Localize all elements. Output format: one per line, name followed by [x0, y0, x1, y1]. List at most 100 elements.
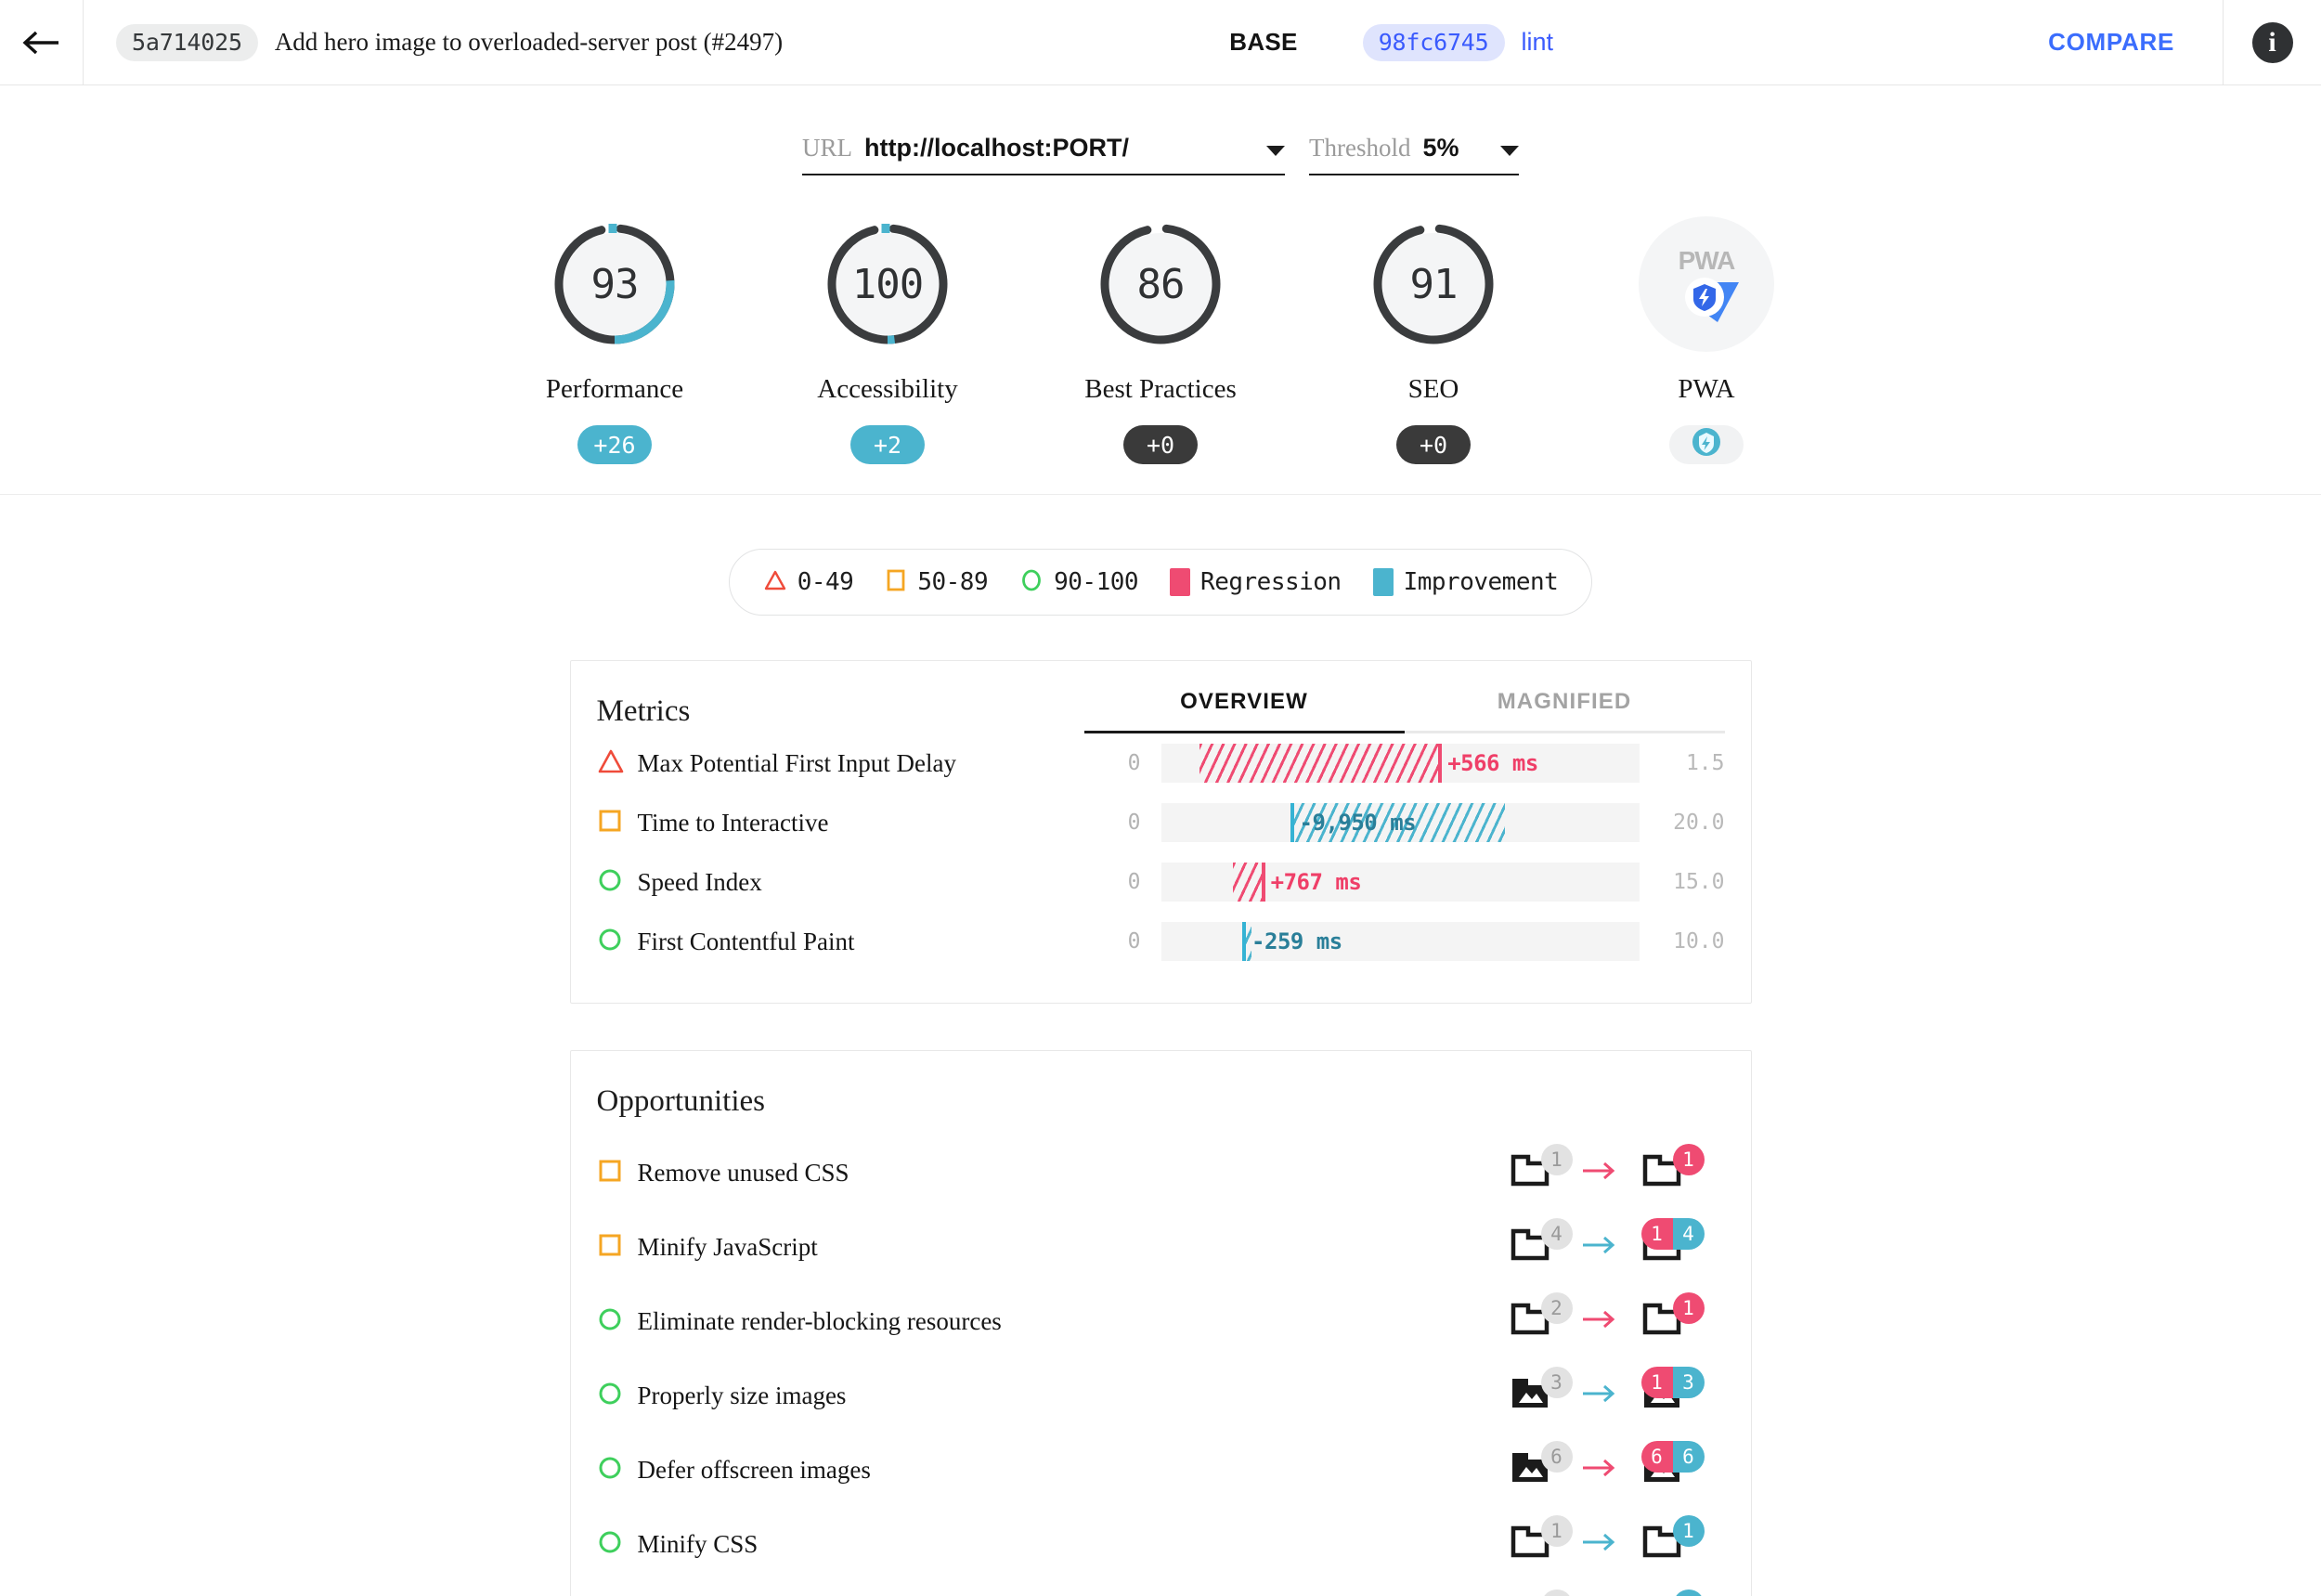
metric-bar-edge [1261, 863, 1265, 902]
opportunity-status-icon [597, 1381, 638, 1411]
chevron-down-icon[interactable] [1266, 146, 1285, 156]
metric-row[interactable]: Time to Interactive 0 -9,950 ms 20.0 [597, 793, 1725, 852]
legend-item-90-100: 90-100 [1019, 568, 1139, 597]
opportunity-row[interactable]: Eliminate render-blocking resources 2 1 [597, 1284, 1725, 1358]
gauge-best-practices[interactable]: 86 Best Practices +0 [1076, 216, 1245, 464]
metric-row[interactable]: Speed Index 0 +767 ms 15.0 [597, 852, 1725, 912]
base-label: BASE [1229, 28, 1298, 56]
legend-label: Regression [1200, 568, 1342, 596]
change-arrow [1575, 1530, 1625, 1559]
circle-icon [597, 1306, 623, 1337]
opportunity-row[interactable]: Minify JavaScript 4 14 [597, 1210, 1725, 1284]
triangle-icon [597, 748, 625, 779]
base-sha-chip[interactable]: 5a714025 [116, 23, 258, 61]
compare-branch-label[interactable]: lint [1522, 28, 1554, 57]
gauge-performance[interactable]: 93 Performance +26 [530, 216, 699, 464]
metric-axis-max: 20.0 [1673, 811, 1725, 835]
legend: 0-49 50-89 90-100 Regression Improvement [728, 549, 1593, 616]
regression-count-badge: 1 [1672, 1292, 1705, 1324]
metric-name: First Contentful Paint [637, 927, 855, 955]
score-value: 93 [590, 260, 640, 308]
opportunity-row[interactable]: Properly size images 3 13 [597, 1358, 1725, 1433]
regression-count-badge: 1 [1640, 1218, 1673, 1250]
regression-count-badge: 6 [1640, 1441, 1673, 1473]
opportunity-counts: 6 66 [1510, 1441, 1725, 1491]
compare-count-badges: 1 [1672, 1590, 1705, 1596]
metric-axis-min: 0 [1127, 751, 1141, 775]
color-swatch-icon [1372, 568, 1394, 596]
metric-axis-max: 10.0 [1673, 929, 1725, 954]
improvement-count-badge: 3 [1672, 1367, 1705, 1398]
score-value: 91 [1409, 260, 1459, 308]
compare-button[interactable]: COMPARE [2000, 28, 2223, 57]
base-count-badges: 1 [1540, 1515, 1573, 1547]
opportunity-status-icon [597, 1232, 638, 1263]
metrics-card: Metrics OVERVIEW MAGNIFIED Max Potential … [569, 660, 1752, 1004]
opportunity-name: Properly size images [637, 1381, 847, 1409]
metric-row[interactable]: Max Potential First Input Delay 0 +566 m… [597, 733, 1725, 793]
info-button[interactable]: i [2223, 0, 2321, 85]
pwa-shield-icon [1691, 426, 1722, 463]
compare-count-badges: 66 [1640, 1441, 1705, 1473]
improvement-count-badge: 1 [1672, 1515, 1705, 1547]
arrow-right-icon [1579, 1233, 1620, 1262]
opportunity-status-icon [597, 1529, 638, 1560]
metric-delta-label: +767 ms [1270, 869, 1362, 895]
back-button[interactable] [0, 0, 84, 85]
opportunity-counts: 3 13 [1510, 1367, 1725, 1417]
threshold-selector[interactable]: Threshold 5% [1309, 134, 1519, 175]
score-value: 86 [1136, 260, 1186, 308]
opportunity-name: Minify CSS [637, 1529, 759, 1558]
score-ring: 100 [820, 216, 955, 352]
circle-icon [597, 1381, 623, 1411]
regression-count-badge: 1 [1640, 1367, 1673, 1398]
square-icon [597, 1158, 623, 1188]
chevron-down-icon[interactable] [1500, 146, 1519, 156]
gauge-seo[interactable]: 91 SEO +0 [1349, 216, 1518, 464]
arrow-right-icon [1579, 1307, 1620, 1336]
score-ring: 91 [1366, 216, 1501, 352]
opportunity-name: Eliminate render-blocking resources [637, 1306, 1002, 1335]
lighthouse-ci-diff-page: 5a714025 Add hero image to overloaded-se… [0, 0, 2321, 1596]
score-ring: 86 [1093, 216, 1228, 352]
metric-bar-edge [1438, 744, 1443, 783]
score-delta-badge: +0 [1396, 425, 1471, 464]
compare-resource-icon: 14 [1640, 1218, 1705, 1268]
legend-label: 90-100 [1054, 568, 1139, 596]
pwa-badge-large: PWA [1639, 216, 1774, 352]
gauge-label: Performance [545, 374, 684, 404]
tab-magnified[interactable]: MAGNIFIED [1404, 689, 1725, 733]
base-count-badge: 1 [1540, 1515, 1573, 1547]
opportunity-row[interactable]: Minify CSS 1 1 [597, 1507, 1725, 1581]
metric-name: Max Potential First Input Delay [637, 748, 956, 777]
gauge-pwa[interactable]: PWA PWA [1622, 216, 1791, 464]
app-header: 5a714025 Add hero image to overloaded-se… [0, 0, 2321, 85]
compare-resource-icon: 13 [1640, 1367, 1705, 1417]
metric-delta-label: +566 ms [1447, 750, 1538, 776]
base-count-badge: 3 [1540, 1367, 1573, 1398]
section-divider [0, 494, 2321, 495]
opportunities-title: Opportunities [596, 1084, 765, 1118]
opportunity-row[interactable]: Remove unused CSS 1 1 [597, 1135, 1725, 1210]
square-icon [885, 568, 907, 597]
change-arrow [1575, 1382, 1625, 1410]
metric-status-icon [597, 748, 638, 779]
gauge-label: SEO [1407, 374, 1459, 404]
opportunity-row[interactable]: Efficiently encode images 1 1 [597, 1581, 1725, 1596]
compare-sha-chip[interactable]: 98fc6745 [1362, 23, 1505, 61]
score-delta-badge: +26 [577, 425, 652, 464]
opportunity-status-icon [597, 1306, 638, 1337]
metric-name: Time to Interactive [637, 808, 829, 837]
square-icon [597, 808, 623, 838]
compare-count-badges: 1 [1672, 1292, 1705, 1324]
opportunity-row[interactable]: Defer offscreen images 6 66 [597, 1433, 1725, 1507]
url-selector[interactable]: URL http://localhost:PORT/ [802, 134, 1285, 175]
tab-overview[interactable]: OVERVIEW [1083, 689, 1405, 733]
score-ring: 93 [547, 216, 682, 352]
metric-axis-min: 0 [1127, 870, 1141, 894]
metric-bar-segment [1199, 744, 1439, 783]
metric-row[interactable]: First Contentful Paint 0 -259 ms 10.0 [597, 912, 1725, 971]
circle-icon [597, 1455, 623, 1486]
metric-bar-edge [1290, 803, 1294, 842]
gauge-accessibility[interactable]: 100 Accessibility +2 [803, 216, 972, 464]
